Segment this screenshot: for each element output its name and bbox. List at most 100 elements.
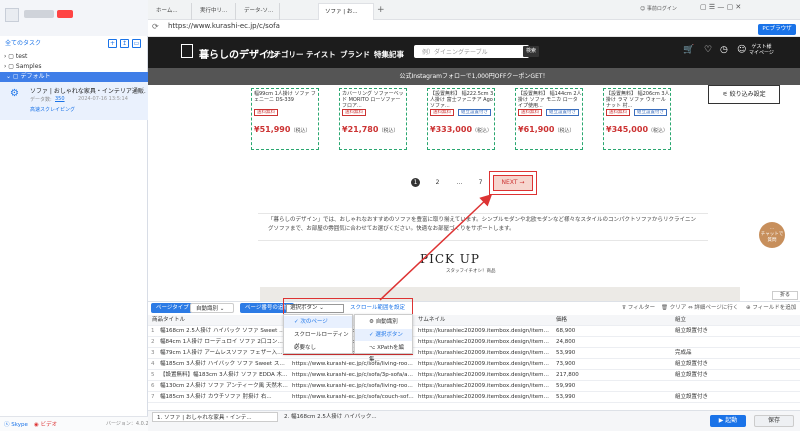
guest-label[interactable]: ゲスト様 マイページ <box>749 44 774 56</box>
xpath-icon: ⌥ <box>369 345 378 351</box>
column-header[interactable]: 商品タイトル <box>152 315 272 325</box>
nav-brand[interactable]: ブランド <box>340 49 370 60</box>
row-number: 2 <box>151 339 155 345</box>
product-card[interactable]: 【設置無料】 幅206cm 3人掛け ラマ ソファ ウォールナット 村... 送… <box>603 88 671 150</box>
product-name: 幅99cm 1人掛け ソファ フェニーニ DS-339 <box>254 91 316 103</box>
search-button[interactable]: 検索 <box>523 46 539 57</box>
column-header[interactable]: 価格 <box>556 315 616 325</box>
browser-tab[interactable]: ホーム... <box>150 3 192 20</box>
browser-tab[interactable]: データ-ソ... <box>238 3 280 20</box>
filter-action[interactable]: ⊽ フィルター <box>622 303 655 313</box>
table-row[interactable]: 6 幅130cm 2人掛け ソファ アンティーク風 天然木 フ... https… <box>148 381 800 392</box>
reload-icon[interactable]: ⟳ <box>152 22 159 31</box>
chat-icon: … <box>769 226 775 231</box>
add-task-icon[interactable]: + <box>108 39 117 48</box>
clear-action[interactable]: 🗑 クリア <box>661 303 686 313</box>
cell-thumb: https://kurashiec202009.itembox.design/i… <box>418 394 550 400</box>
assembly-badge: 組立設置付き <box>634 109 667 116</box>
filter-settings-button[interactable]: ⚟ 絞り込み設定 <box>708 85 780 104</box>
column-header[interactable]: サムネイル <box>418 315 518 325</box>
column-header[interactable]: 組立 <box>675 315 735 325</box>
skype-link[interactable]: ⓢ Skype <box>4 420 28 428</box>
user-icon: ☺ <box>640 6 647 12</box>
product-card[interactable]: 幅99cm 1人掛け ソファ フェニーニ DS-339 送料無料 ¥51,990… <box>251 88 319 150</box>
cell-title: 幅79cm 1人掛け アームレスソファ フェザー入り 布... <box>160 350 288 356</box>
goto-detail-action[interactable]: ⇔ 詳細ページに行く <box>688 303 738 313</box>
product-price: ¥21,780（税込） <box>342 125 399 134</box>
user-icon[interactable]: ☺ <box>737 45 746 55</box>
cart-icon[interactable]: 🛒 <box>683 45 694 55</box>
nav-features[interactable]: 特集記事 <box>374 49 404 60</box>
assembly-badge: 組立設置付き <box>458 109 491 116</box>
product-card[interactable]: 【設置無料】 幅222.5cm 3人掛け 富士ファニチア Ago ソファ... … <box>427 88 495 150</box>
cell-title: 幅130cm 2人掛け ソファ アンティーク風 天然木 フ... <box>160 383 288 389</box>
row-number: 6 <box>151 383 155 389</box>
app-name-blurred <box>24 10 54 18</box>
page-7[interactable]: 7 <box>476 178 485 187</box>
table-row[interactable]: 1 幅168cm 2.5人掛け ハイバック ソファ Sweet スイー... h… <box>148 326 800 337</box>
shipping-badge: 送料無料 <box>342 109 366 116</box>
url-field[interactable]: https://www.kurashi-ec.jp/c/sofa <box>168 22 280 30</box>
promo-banner[interactable]: 公式Instagramフォローで1,000円OFFクーポンGET！ <box>148 68 800 85</box>
tree-item-test[interactable]: › ▢ test <box>4 52 27 62</box>
cell-price: 68,900 <box>556 328 576 334</box>
browser-tab-active[interactable]: ソファ | お... <box>318 3 374 20</box>
next-page-button[interactable]: NEXT → <box>493 175 533 191</box>
window-controls[interactable]: ▢ ☰ — ▢ ✕ <box>700 3 741 11</box>
auto-detect-select[interactable]: 自動識別 ⌄ <box>190 303 234 313</box>
product-card[interactable]: 【設置無料】 幅144cm 2人掛け ソファ モニカ ロータイプ使用... 送料… <box>515 88 583 150</box>
browser-tab[interactable]: 実行中リ... <box>194 3 236 20</box>
nav-category[interactable]: カテゴリー <box>266 49 304 60</box>
tree-item-samples[interactable]: › ▢ Samples <box>4 62 42 72</box>
cell-title: 幅185cm 3人掛け ハイバック ソファ Sweet スイー... <box>160 361 288 367</box>
heart-icon[interactable]: ♡ <box>704 45 712 55</box>
tree-item-default[interactable]: ⌄ ▢ デフォルト <box>0 72 148 82</box>
table-row[interactable]: 5 【設置無料】幅183cm 3人掛け ソファ EDDA 木製... https… <box>148 370 800 381</box>
clock-icon[interactable]: ◷ <box>720 45 728 55</box>
table-row[interactable]: 3 幅79cm 1人掛け アームレスソファ フェザー入り 布... https:… <box>148 348 800 359</box>
menu-item-next-page[interactable]: ✓ 次のページ <box>284 316 352 328</box>
pickup-subtitle: スタッフイチオシ！商品 <box>446 269 496 274</box>
table-row[interactable]: 4 幅185cm 3人掛け ハイバック ソファ Sweet スイー... htt… <box>148 359 800 370</box>
add-field-action[interactable]: ⊕ フィールドを追加 <box>746 303 796 313</box>
shipping-badge: 送料無料 <box>606 109 630 116</box>
menu-item-auto-detect[interactable]: ⚙ 自動識別 <box>355 316 412 328</box>
product-name: カバーリング ソファーベッド MORITO ローソファー フロア... <box>342 91 404 109</box>
save-button[interactable]: 保存 <box>754 415 794 427</box>
table-row[interactable]: 2 幅84cm 1人掛け ローデュロイ ソファ 2口コンセン... https:… <box>148 337 800 348</box>
table-row[interactable]: 7 幅185cm 3人掛け カウチソファ 肘掛け 右... https://ww… <box>148 392 800 403</box>
menu-item-edit-xpath[interactable]: ⌥ XPathを編集... <box>355 342 412 363</box>
cell-assembly: 組立設置付き <box>675 361 709 367</box>
video-link[interactable]: ◉ ビデオ <box>34 420 57 428</box>
task-data-count[interactable]: 350 <box>55 96 65 102</box>
page-1[interactable]: 1 <box>411 178 420 187</box>
new-folder-icon[interactable]: ▭ <box>132 39 141 48</box>
pc-browser-button[interactable]: PCブラウザ <box>758 24 796 35</box>
menu-item-scroll-loading[interactable]: スクロールローディング <box>284 329 352 350</box>
menu-item-none[interactable]: 必要なし <box>284 342 352 354</box>
cell-assembly: 組立設置付き <box>675 394 709 400</box>
category-description: 「暮らしのデザイン」では、おしゃれなおすすめのソファを豊富に取り揃えています。シ… <box>258 213 708 241</box>
cell-thumb: https://kurashiec202009.itembox.design/i… <box>418 361 550 367</box>
auto-icon: ⚙ <box>369 319 376 325</box>
login-link[interactable]: ☺ 事前ログイン <box>640 5 677 12</box>
new-tab-icon[interactable]: + <box>377 5 385 15</box>
nav-taste[interactable]: テイスト <box>306 49 336 60</box>
page-2[interactable]: 2 <box>433 178 442 187</box>
shipping-badge: 送料無料 <box>430 109 454 116</box>
chat-button[interactable]: … チャットで質問 <box>759 222 785 248</box>
product-card[interactable]: カバーリング ソファーベッド MORITO ローソファー フロア... 送料無料… <box>339 88 407 150</box>
product-name: 【設置無料】 幅222.5cm 3人掛け 富士ファニチア Ago ソファ... <box>430 91 494 109</box>
bottom-tab-active[interactable]: 1. ソファ | おしゃれな家具・インテ... <box>152 412 278 422</box>
cell-title: 幅168cm 2.5人掛け ハイバック ソファ Sweet スイー... <box>160 328 288 334</box>
button-select-menu: ⚙ 自動識別 ✓ 選択ボタン ⌥ XPathを編集... <box>354 314 413 363</box>
bottom-tab[interactable]: 2. 幅168cm 2.5人掛け ハイバック... <box>280 412 402 422</box>
task-title[interactable]: ソファ | おしゃれな家具・インテリア通販... <box>30 86 146 95</box>
cell-title: 【設置無料】幅183cm 3人掛け ソファ EDDA 木製... <box>160 372 288 378</box>
start-button[interactable]: ▶ 起動 <box>710 415 746 427</box>
product-price: ¥345,000（税込） <box>606 125 669 134</box>
fold-button[interactable]: 折る <box>772 291 798 300</box>
page-type-button[interactable]: ページタイプ <box>151 303 194 313</box>
menu-item-select-button[interactable]: ✓ 選択ボタン <box>355 329 412 341</box>
import-icon[interactable]: ↥ <box>120 39 129 48</box>
